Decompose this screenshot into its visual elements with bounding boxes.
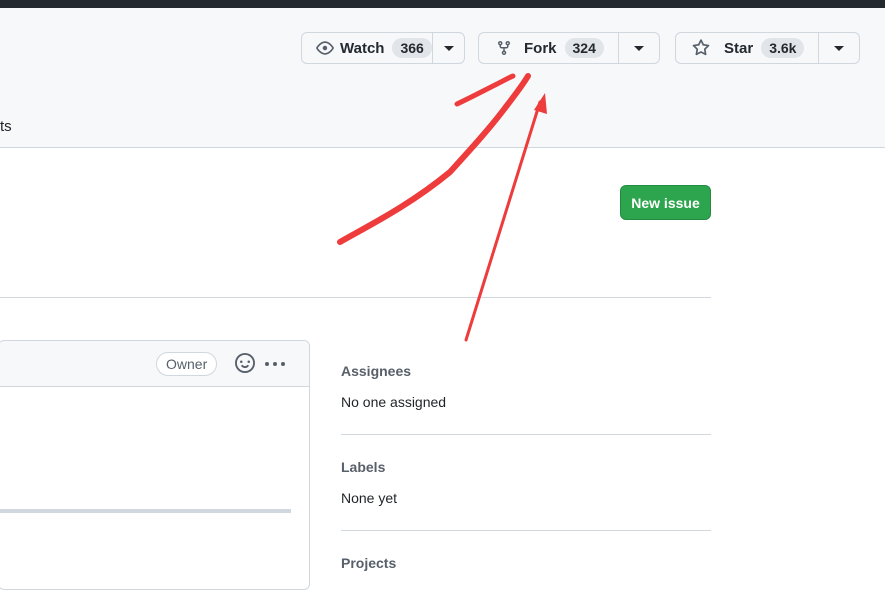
smiley-icon[interactable] bbox=[235, 353, 255, 378]
owner-badge: Owner bbox=[156, 352, 218, 376]
sidebar-assignees: Assignees No one assigned bbox=[341, 363, 711, 410]
star-dropdown-button[interactable] bbox=[818, 33, 859, 63]
star-button[interactable]: Star 3.6k bbox=[676, 33, 818, 63]
sidebar-divider bbox=[341, 530, 711, 531]
star-icon bbox=[692, 39, 710, 57]
divider bbox=[0, 297, 711, 298]
eye-icon bbox=[316, 39, 334, 57]
assignees-heading[interactable]: Assignees bbox=[341, 363, 711, 379]
projects-heading[interactable]: Projects bbox=[341, 555, 711, 571]
new-issue-button[interactable]: New issue bbox=[620, 185, 711, 220]
comment-header: Owner bbox=[0, 341, 309, 387]
sidebar-labels: Labels None yet bbox=[341, 459, 711, 506]
star-count: 3.6k bbox=[761, 38, 805, 58]
kebab-menu-icon[interactable] bbox=[265, 362, 285, 366]
caret-down-icon bbox=[634, 45, 645, 51]
fork-button-group: Fork 324 bbox=[478, 32, 660, 64]
fork-icon bbox=[496, 40, 512, 56]
watch-button-group: Watch 366 bbox=[301, 32, 465, 64]
repo-header: Watch 366 Fork 324 Star 3.6k ts bbox=[0, 8, 885, 148]
watch-dropdown-button[interactable] bbox=[432, 33, 464, 63]
fork-count: 324 bbox=[564, 38, 604, 58]
assignees-value: No one assigned bbox=[341, 394, 447, 410]
fork-label: Fork bbox=[524, 39, 557, 57]
labels-value: None yet bbox=[341, 490, 398, 506]
caret-down-icon bbox=[834, 45, 845, 51]
watch-count: 366 bbox=[392, 38, 432, 58]
top-navbar bbox=[0, 0, 885, 8]
star-button-group: Star 3.6k bbox=[675, 32, 860, 64]
watch-button[interactable]: Watch 366 bbox=[302, 33, 432, 63]
star-label: Star bbox=[724, 39, 754, 57]
fork-button[interactable]: Fork 324 bbox=[479, 33, 618, 63]
caret-down-icon bbox=[443, 45, 454, 51]
watch-label: Watch bbox=[340, 39, 385, 57]
sidebar-divider bbox=[341, 434, 711, 435]
labels-heading[interactable]: Labels bbox=[341, 459, 711, 475]
comment-box: Owner bbox=[0, 340, 310, 590]
fork-dropdown-button[interactable] bbox=[618, 33, 659, 63]
tab-fragment[interactable]: ts bbox=[0, 118, 12, 135]
sidebar-projects: Projects bbox=[341, 555, 711, 571]
comment-body-line bbox=[0, 509, 291, 513]
